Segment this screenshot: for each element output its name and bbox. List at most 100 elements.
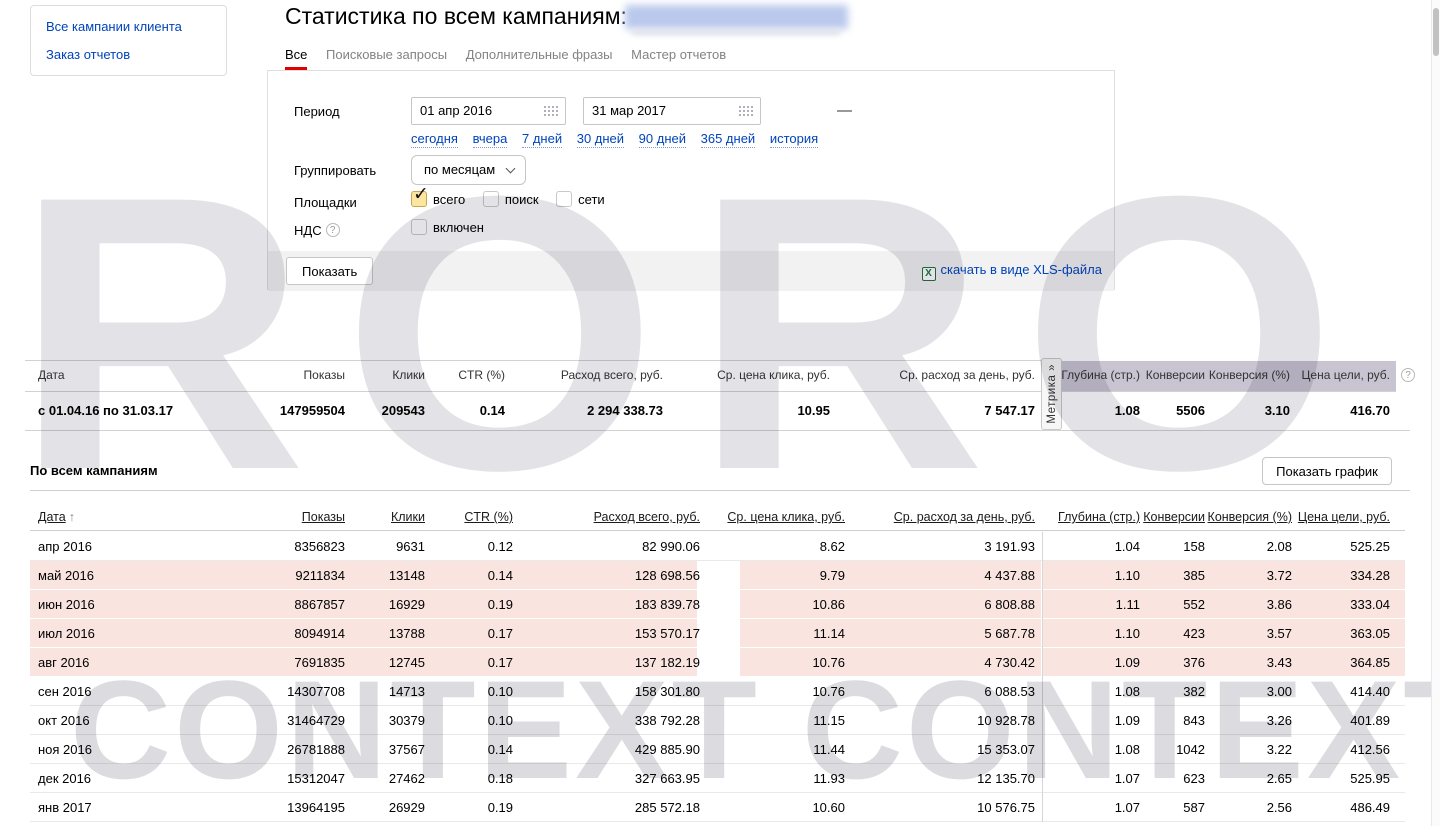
sort-asc-icon: ↑ <box>69 504 75 530</box>
column-header-date[interactable]: Дата↑ <box>38 504 75 530</box>
column-header-avg-day-cost[interactable]: Ср. расход за день, руб. <box>894 504 1035 530</box>
column-header-impressions[interactable]: Показы <box>302 504 345 530</box>
cell-ctr: 0.19 <box>488 590 513 619</box>
date-from-input[interactable]: 01 апр 2016 <box>411 97 566 125</box>
checkbox-search[interactable]: поиск <box>483 191 539 207</box>
cell-cost-total: 327 663.95 <box>635 764 700 793</box>
quick-range-history[interactable]: история <box>770 131 818 148</box>
cell-cost-total: 153 570.17 <box>635 619 700 648</box>
column-header-conversions[interactable]: Конверсии <box>1143 504 1205 530</box>
page-title: Статистика по всем кампаниям: <box>285 3 627 30</box>
scrollbar-thumb[interactable] <box>1433 8 1439 56</box>
column-header-clicks[interactable]: Клики <box>391 504 425 530</box>
quick-range-30-days[interactable]: 30 дней <box>577 131 624 148</box>
checkbox-networks[interactable]: сети <box>556 191 605 207</box>
calendar-icon[interactable] <box>544 106 558 117</box>
metrika-collapse-tab[interactable]: Метрика » <box>1041 358 1062 430</box>
summary-avg-cpc: 10.95 <box>797 391 830 430</box>
checkbox-total-box[interactable]: ✓ <box>411 191 427 207</box>
column-header-avg-cpc[interactable]: Ср. цена клика, руб. <box>727 504 845 530</box>
metrika-help-icon[interactable]: ? <box>1401 368 1415 382</box>
quick-range-yesterday[interactable]: вчера <box>473 131 508 148</box>
cell-date: июл 2016 <box>38 619 95 648</box>
cell-avg-cpc: 11.14 <box>813 619 845 648</box>
quick-range-90-days[interactable]: 90 дней <box>639 131 686 148</box>
period-label: Период <box>294 104 340 119</box>
cell-conversions: 552 <box>1183 590 1205 619</box>
summary-avg-day-cost: 7 547.17 <box>984 391 1035 430</box>
cell-clicks: 14713 <box>389 677 425 706</box>
cell-goal-cost: 401.89 <box>1350 706 1390 735</box>
cell-depth: 1.07 <box>1115 764 1140 793</box>
column-header-conversion-rate[interactable]: Конверсия (%) <box>1208 504 1292 530</box>
summary-header-date: Дата <box>38 360 65 391</box>
sidebar-link-report-order[interactable]: Заказ отчетов <box>46 47 211 63</box>
checkbox-total[interactable]: ✓ всего <box>411 191 465 207</box>
platforms-options: ✓ всего поиск сети <box>411 191 619 210</box>
column-divider <box>1042 619 1043 648</box>
summary-header-avg-day-cost: Ср. расход за день, руб. <box>899 360 1035 391</box>
scrollbar-track[interactable] <box>1431 0 1440 826</box>
campaigns-rows: апр 2016835682396310.1282 990.068.623 19… <box>30 532 1405 822</box>
cell-conversions: 382 <box>1183 677 1205 706</box>
cell-goal-cost: 363.05 <box>1350 619 1390 648</box>
table-row: янв 201713964195269290.19285 572.1810.60… <box>30 793 1405 822</box>
platforms-label: Площадки <box>294 195 357 210</box>
cell-clicks: 13788 <box>389 619 425 648</box>
quick-range-7-days[interactable]: 7 дней <box>522 131 562 148</box>
summary-header-impressions: Показы <box>304 360 345 391</box>
cell-impressions: 26781888 <box>287 735 345 764</box>
cell-depth: 1.08 <box>1115 677 1140 706</box>
row-highlight <box>30 619 697 647</box>
column-header-ctr[interactable]: CTR (%) <box>464 504 513 530</box>
cell-impressions: 8867857 <box>294 590 345 619</box>
column-header-cost-total[interactable]: Расход всего, руб. <box>594 504 700 530</box>
show-chart-button[interactable]: Показать график <box>1262 457 1392 485</box>
quick-range-365-days[interactable]: 365 дней <box>701 131 756 148</box>
cell-clicks: 27462 <box>389 764 425 793</box>
cell-depth: 1.04 <box>1115 532 1140 561</box>
column-header-goal-cost[interactable]: Цена цели, руб. <box>1298 504 1390 530</box>
table-row: ноя 201626781888375670.14429 885.9011.44… <box>30 735 1405 764</box>
checkbox-vat-box[interactable] <box>411 219 427 235</box>
cell-clicks: 13148 <box>389 561 425 590</box>
cell-ctr: 0.17 <box>488 648 513 677</box>
xls-download-link[interactable]: Xскачать в виде XLS-файла <box>922 262 1103 281</box>
quick-range-today[interactable]: сегодня <box>411 131 458 148</box>
cell-impressions: 7691835 <box>294 648 345 677</box>
cell-goal-cost: 414.40 <box>1350 677 1390 706</box>
cell-conversion-rate: 3.43 <box>1267 648 1292 677</box>
help-icon[interactable]: ? <box>326 223 340 237</box>
tab-all[interactable]: Все <box>285 47 307 70</box>
cell-clicks: 30379 <box>389 706 425 735</box>
cell-ctr: 0.10 <box>488 706 513 735</box>
column-divider <box>1042 648 1043 677</box>
column-header-depth[interactable]: Глубина (стр.) <box>1058 504 1140 530</box>
checkbox-vat[interactable]: включен <box>411 219 484 235</box>
cell-date: апр 2016 <box>38 532 92 561</box>
cell-depth: 1.10 <box>1115 561 1140 590</box>
cell-conversions: 376 <box>1183 648 1205 677</box>
cell-conversion-rate: 3.22 <box>1267 735 1292 764</box>
checkbox-networks-box[interactable] <box>556 191 572 207</box>
sidebar-link-all-campaigns[interactable]: Все кампании клиента <box>46 19 211 35</box>
checkbox-search-box[interactable] <box>483 191 499 207</box>
summary-goal-cost: 416.70 <box>1350 391 1390 430</box>
cell-conversion-rate: 3.86 <box>1267 590 1292 619</box>
date-to-input[interactable]: 31 мар 2017 <box>583 97 761 125</box>
tab-additional-phrases[interactable]: Дополнительные фразы <box>466 47 613 70</box>
column-divider <box>1042 561 1043 590</box>
cell-impressions: 8356823 <box>294 532 345 561</box>
cell-goal-cost: 486.49 <box>1350 793 1390 822</box>
group-select[interactable]: по месяцам <box>411 155 526 185</box>
tab-report-wizard[interactable]: Мастер отчетов <box>631 47 726 70</box>
calendar-icon[interactable] <box>739 106 753 117</box>
table-row: сен 201614307708147130.10158 301.8010.76… <box>30 677 1405 706</box>
campaigns-table-header: Дата↑ Показы Клики CTR (%) Расход всего,… <box>30 504 1405 531</box>
cell-conversion-rate: 3.26 <box>1267 706 1292 735</box>
cell-avg-day-cost: 12 135.70 <box>977 764 1035 793</box>
tab-search-queries[interactable]: Поисковые запросы <box>326 47 447 70</box>
show-button[interactable]: Показать <box>286 257 373 285</box>
cell-avg-day-cost: 3 191.93 <box>984 532 1035 561</box>
cell-goal-cost: 525.95 <box>1350 764 1390 793</box>
